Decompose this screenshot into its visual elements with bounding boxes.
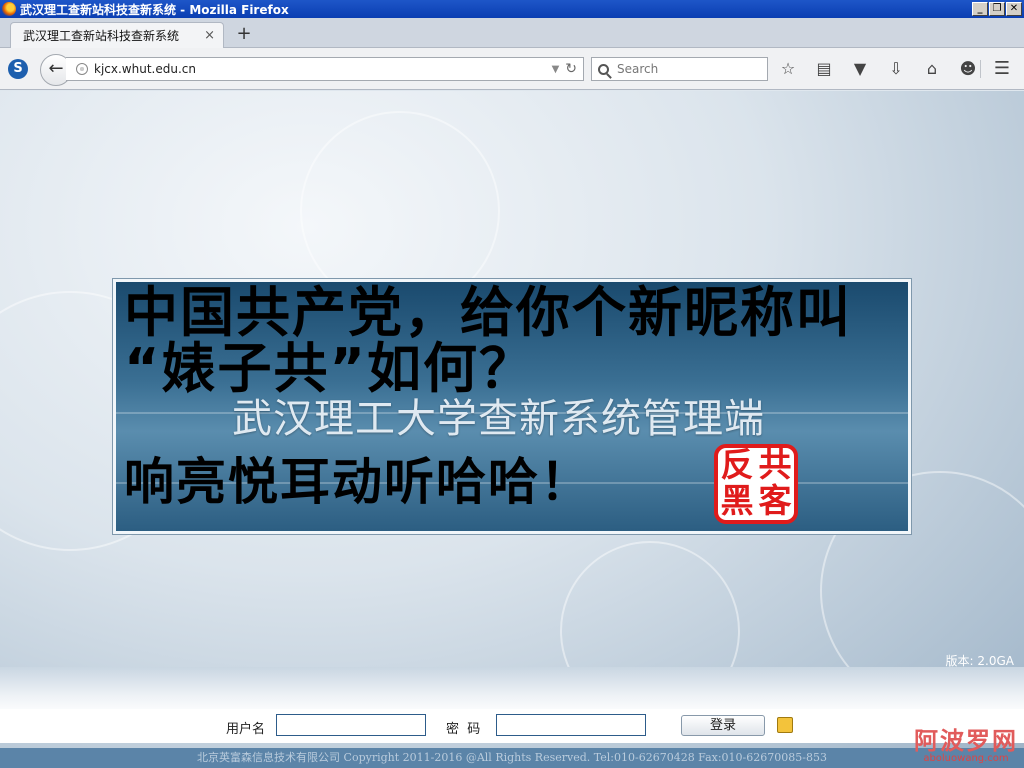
password-field[interactable] — [496, 714, 646, 736]
seal-char: 反 — [720, 445, 754, 484]
copyright-footer: 北京英富森信息技术有限公司 Copyright 2011-2016 @All R… — [0, 748, 1024, 768]
tab-close-icon[interactable]: × — [204, 28, 215, 43]
search-placeholder: Search — [617, 62, 659, 76]
search-icon — [598, 63, 609, 75]
tab-title: 武汉理工查新站科技查新系统 — [23, 29, 180, 43]
url-text[interactable]: kjcx.whut.edu.cn — [94, 62, 552, 76]
search-input[interactable]: Search — [591, 57, 768, 81]
chat-icon[interactable]: ☻ — [958, 59, 978, 79]
seal-char: 共 — [758, 445, 792, 484]
home-icon[interactable]: ⌂ — [922, 59, 942, 79]
lock-icon — [777, 717, 793, 733]
page-content: 中国共产党，给你个新昵称叫 “婊子共”如何？ 武汉理工大学查新系统管理端 响亮悦… — [0, 91, 1024, 768]
url-bar[interactable]: kjcx.whut.edu.cn ▼ ↻ — [66, 57, 584, 81]
site-info-icon[interactable] — [76, 63, 88, 75]
window-title: 武汉理工查新站科技查新系统 - Mozilla Firefox — [20, 2, 289, 17]
toolbar-icons: ☆ ▤ ▼ ⇩ ⌂ ☻ — [778, 59, 994, 79]
history-dropdown-icon[interactable]: ▼ — [552, 64, 560, 75]
tab-strip: 武汉理工查新站科技查新系统 × + — [0, 18, 1024, 48]
restore-button[interactable]: ❐ — [989, 2, 1005, 16]
red-seal-stamp: 反 共 黑 客 — [714, 444, 798, 524]
minimize-button[interactable]: _ — [972, 2, 988, 16]
username-label: 用户名 — [226, 722, 266, 737]
new-tab-button[interactable]: + — [234, 24, 254, 44]
defacement-text-line3: 响亮悦耳动听哈哈！ — [124, 453, 592, 511]
bookmark-star-icon[interactable]: ☆ — [778, 59, 798, 79]
login-button[interactable]: 登录 — [681, 715, 765, 736]
password-label: 密 码 — [446, 722, 481, 737]
system-title: 武汉理工大学查新系统管理端 — [232, 396, 765, 442]
window-titlebar: 武汉理工查新站科技查新系统 - Mozilla Firefox _ ❐ ✕ — [0, 0, 1024, 18]
login-form: 用户名 密 码 登录 — [0, 709, 1024, 743]
watermark-text: 阿波罗网 — [914, 727, 1018, 755]
watermark-url: aboluowang.com — [923, 753, 1009, 764]
watermark: 阿波罗网 aboluowang.com — [914, 721, 1018, 764]
window-controls: _ ❐ ✕ — [972, 2, 1022, 16]
seal-char: 黑 — [720, 481, 754, 520]
hamburger-menu-icon[interactable]: ☰ — [992, 59, 1012, 79]
download-icon[interactable]: ⇩ — [886, 59, 906, 79]
firefox-icon — [2, 2, 16, 16]
pocket-icon[interactable]: ▼ — [850, 59, 870, 79]
seal-char: 客 — [758, 481, 792, 520]
username-field[interactable] — [276, 714, 426, 736]
tab-active[interactable]: 武汉理工查新站科技查新系统 × — [10, 22, 224, 48]
defacement-text-line1: 中国共产党，给你个新昵称叫 — [124, 282, 852, 344]
s-logo-icon[interactable]: S — [8, 59, 28, 79]
navigation-toolbar: S ← kjcx.whut.edu.cn ▼ ↻ Search ☆ ▤ ▼ ⇩ … — [0, 48, 1024, 90]
banner-image: 中国共产党，给你个新昵称叫 “婊子共”如何？ 武汉理工大学查新系统管理端 响亮悦… — [116, 282, 908, 531]
reload-icon[interactable]: ↻ — [565, 61, 577, 77]
system-banner: 中国共产党，给你个新昵称叫 “婊子共”如何？ 武汉理工大学查新系统管理端 响亮悦… — [112, 278, 912, 535]
close-window-button[interactable]: ✕ — [1006, 2, 1022, 16]
footer-gradient — [0, 667, 1024, 715]
reading-list-icon[interactable]: ▤ — [814, 59, 834, 79]
toolbar-separator — [980, 60, 981, 78]
